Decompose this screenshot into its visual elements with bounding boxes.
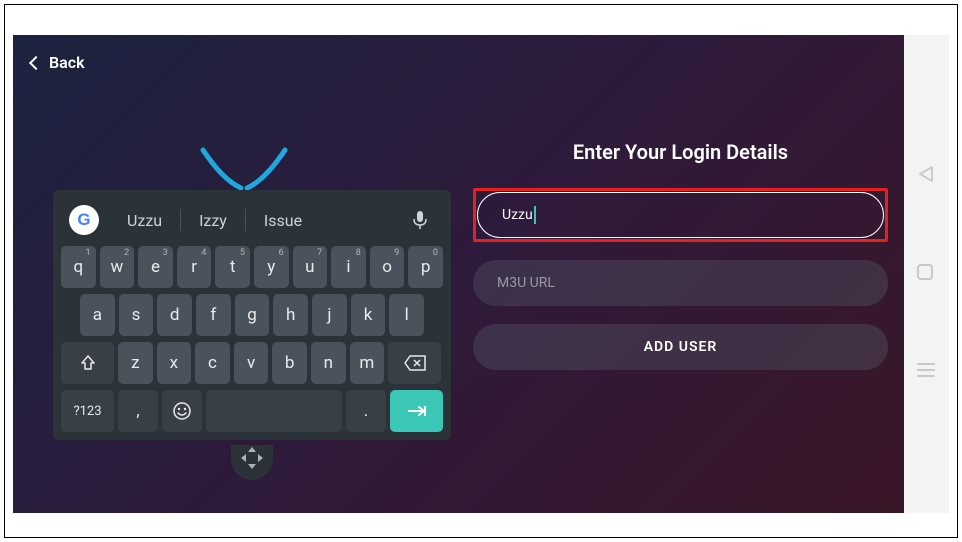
suggestion-word[interactable]: Uzzu [109,211,180,230]
period-key[interactable]: . [346,390,386,432]
system-navbar [904,35,949,513]
onscreen-keyboard: G Uzzu Izzy Issue q1w2e3r4t5 [53,190,451,440]
key-f[interactable]: f [196,294,231,336]
key-j[interactable]: j [312,294,347,336]
space-key[interactable] [206,390,342,432]
shift-key[interactable] [61,342,114,384]
enter-key[interactable] [390,390,443,432]
add-user-button[interactable]: ADD USER [473,324,888,370]
key-o[interactable]: o9 [370,246,405,288]
key-i[interactable]: i8 [331,246,366,288]
key-q[interactable]: q1 [61,246,96,288]
suggestion-word[interactable]: Issue [246,211,320,230]
symbols-key[interactable]: ?123 [61,390,114,432]
key-r[interactable]: r4 [177,246,212,288]
add-user-label: ADD USER [644,339,718,355]
emoji-key[interactable] [162,390,202,432]
dpad-down-icon [248,464,256,469]
username-input[interactable]: Uzzu [477,192,884,238]
key-e[interactable]: e3 [138,246,173,288]
antenna-decoration [193,140,293,190]
nav-recent-icon[interactable] [917,363,937,383]
key-m[interactable]: m [350,342,385,384]
google-icon[interactable]: G [69,205,99,235]
dpad-left-icon [241,454,246,462]
chevron-left-icon [29,55,43,69]
app-screen: Back G Uzzu Izzy Issue [13,35,904,513]
nav-back-icon[interactable] [917,165,937,185]
key-u[interactable]: u7 [293,246,328,288]
key-g[interactable]: g [235,294,270,336]
key-s[interactable]: s [119,294,154,336]
back-button[interactable]: Back [31,53,85,72]
key-k[interactable]: k [351,294,386,336]
dpad-up-icon [248,447,256,452]
suggestion-word[interactable]: Izzy [181,211,245,230]
comma-key[interactable]: , [118,390,158,432]
dpad-handle[interactable] [231,445,273,480]
key-t[interactable]: t5 [215,246,250,288]
m3u-url-placeholder: M3U URL [497,275,555,291]
key-b[interactable]: b [272,342,307,384]
nav-home-icon[interactable] [917,264,937,284]
key-w[interactable]: w2 [100,246,135,288]
login-form: Enter Your Login Details Uzzu M3U URL AD… [473,140,888,370]
dpad-right-icon [258,454,263,462]
key-c[interactable]: c [195,342,230,384]
key-z[interactable]: z [118,342,153,384]
form-title: Enter Your Login Details [473,140,888,164]
backspace-key[interactable] [388,342,441,384]
m3u-url-input[interactable]: M3U URL [473,260,888,306]
suggestion-bar: G Uzzu Izzy Issue [61,200,443,240]
key-v[interactable]: v [234,342,269,384]
highlight-box: Uzzu [473,188,888,242]
key-p[interactable]: p0 [408,246,443,288]
key-x[interactable]: x [157,342,192,384]
username-value: Uzzu [502,207,533,223]
key-n[interactable]: n [311,342,346,384]
key-h[interactable]: h [273,294,308,336]
key-a[interactable]: a [80,294,115,336]
key-y[interactable]: y6 [254,246,289,288]
mic-icon[interactable] [405,205,435,235]
key-d[interactable]: d [157,294,192,336]
back-label: Back [49,53,85,72]
key-l[interactable]: l [389,294,424,336]
text-cursor [534,206,536,224]
